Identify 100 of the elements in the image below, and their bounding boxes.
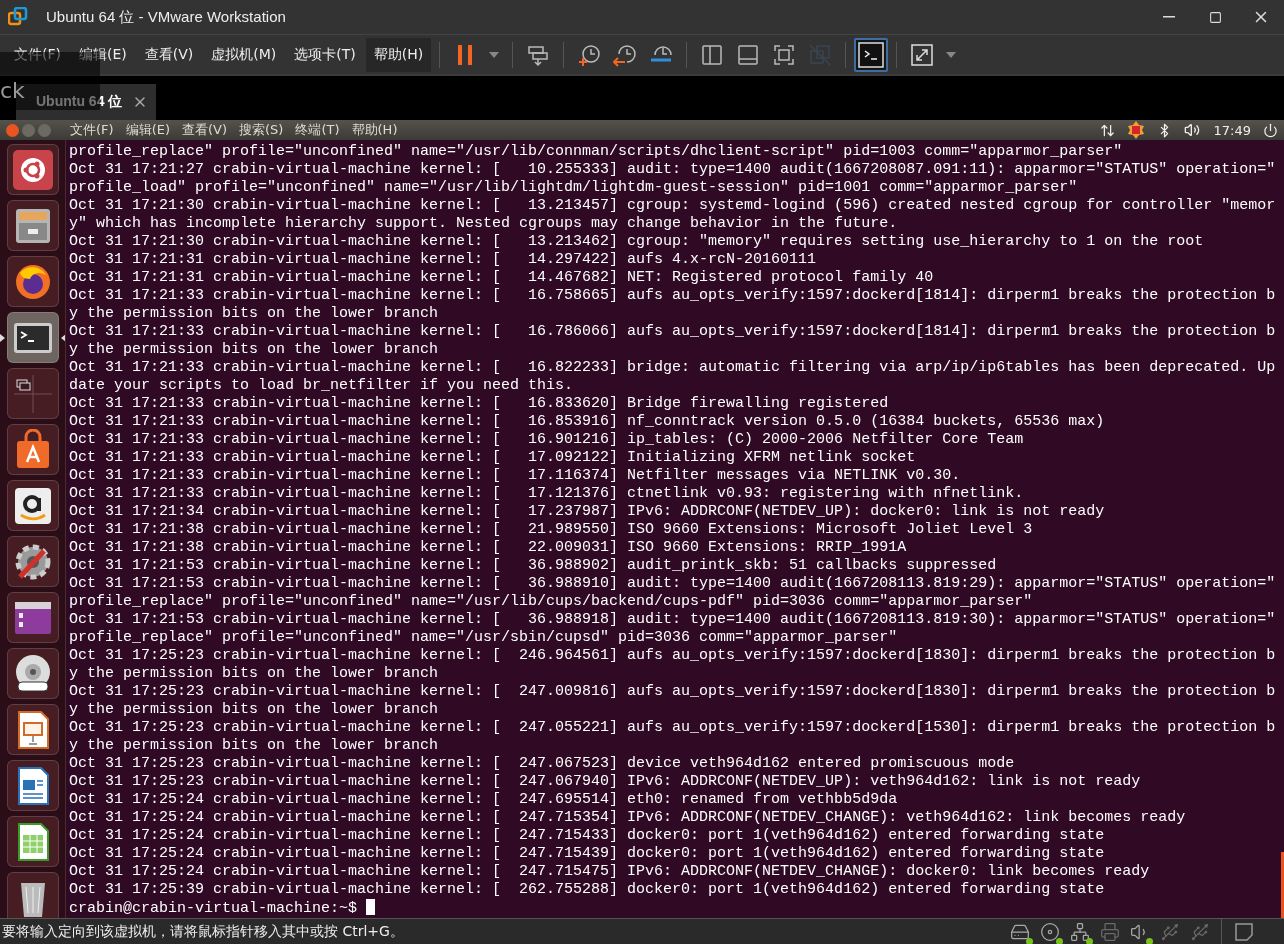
launcher-item[interactable] (6, 200, 59, 251)
terminal-line: profile_replace" profile="unconfined" name="/usr/lib/connman/scripts/dhclient-script" pid=1003 comm="apparmor_parser" (69, 143, 1124, 161)
bottom-panel-icon (736, 42, 761, 67)
terminal-line: Oct 31 17:21:31 crabin-virtual-machine kernel: [ 14.467682] NET: Registered protocol family 40 (69, 269, 935, 287)
clock[interactable]: 17:49 (1213, 122, 1251, 138)
terminal-line: Oct 31 17:25:24 crabin-virtual-machine kernel: [ 247.695514] eth0: renamed from vethbb5d9da (69, 791, 899, 809)
terminal-line: Oct 31 17:25:39 crabin-virtual-machine kernel: [ 262.755288] docker0: port 1(veth964d162) entered forwarding state (69, 881, 1106, 899)
terminal-line: y the permission bits on the lower branch (69, 341, 440, 359)
launcher-item[interactable] (6, 592, 59, 643)
window-title: Ubuntu 64 位 - VMware Workstation (46, 7, 287, 27)
terminal-line: Oct 31 17:25:24 crabin-virtual-machine kernel: [ 247.715433] docker0: port 1(veth964d162) entered forwarding state (69, 827, 1106, 845)
disc-icon[interactable] (1040, 921, 1060, 942)
unity-icon (808, 42, 833, 67)
terminal-line: Oct 31 17:21:33 crabin-virtual-machine kernel: [ 16.901216] ip_tables: (C) 2000-2006 Netfilter Core Team (69, 431, 1025, 449)
terminal-line: Oct 31 17:25:23 crabin-virtual-machine kernel: [ 247.009816] aufs au_opts_verify:1597:dockerd[1830]: dirperm1 breaks the protection b (69, 683, 1277, 701)
maximize-dot[interactable] (38, 123, 51, 137)
menu-item[interactable]: 选项卡(T) (286, 37, 364, 72)
activity-dot (1146, 937, 1153, 944)
terminal-line: Oct 31 17:25:23 crabin-virtual-machine kernel: [ 246.964561] aufs au_opts_verify:1597:dockerd[1830]: dirperm1 breaks the protection b (69, 647, 1277, 665)
menu-item[interactable]: 查看(V) (182, 121, 228, 139)
terminal-line: y the permission bits on the lower branch (69, 737, 440, 755)
console-icon (858, 41, 885, 68)
launcher-item[interactable] (6, 536, 59, 587)
printer-icon[interactable] (1100, 921, 1120, 942)
menu-item[interactable]: 文件(F) (70, 121, 114, 139)
terminal-line: Oct 31 17:21:38 crabin-virtual-machine kernel: [ 22.009031] ISO 9660 Extensions: RRIP_1991A (69, 539, 908, 557)
power-icon[interactable] (1263, 122, 1278, 138)
terminal-line: Oct 31 17:21:30 crabin-virtual-machine kernel: [ 13.213462] cgroup: "memory" requires setting use_hierarchy to 1 on the root (69, 233, 1205, 251)
terminal-line: y the permission bits on the lower branch (69, 701, 440, 719)
terminal-line: profile_load" profile="unconfined" name="/usr/lib/lightdm/lightdm-guest-session" pid=1001 comm="apparmor_parser" (69, 179, 1079, 197)
terminal-line: Oct 31 17:21:33 crabin-virtual-machine kernel: [ 17.121376] ctnetlink v0.93: registering with nfnetlink. (69, 485, 1025, 503)
activity-dot (1086, 937, 1093, 944)
terminal-line: profile_replace" profile="unconfined" name="/usr/sbin/cupsd" pid=3036 comm="apparmor_parser" (69, 629, 899, 647)
text-cursor (366, 899, 376, 915)
menu-item[interactable]: 帮助(H) (365, 37, 432, 72)
terminal-line: Oct 31 17:21:33 crabin-virtual-machine kernel: [ 16.833620] Bridge firewalling registered (69, 395, 890, 413)
launcher-item[interactable] (6, 816, 59, 867)
split-panel-icon (700, 42, 725, 67)
close-dot[interactable] (6, 123, 19, 137)
terminal-line: Oct 31 17:25:23 crabin-virtual-machine kernel: [ 247.067940] IPv6: ADDRCONF(NETDEV_UP): veth964d162: link is not ready (69, 773, 1142, 791)
stretch-icon (910, 42, 935, 67)
terminal-line: Oct 31 17:21:33 crabin-virtual-machine kernel: [ 16.758665] aufs au_opts_verify:1597:dockerd[1814]: dirperm1 breaks the protection b (69, 287, 1277, 305)
network-icon[interactable] (1070, 921, 1090, 942)
terminal-line: Oct 31 17:21:53 crabin-virtual-machine kernel: [ 36.988902] audit_printk_skb: 51 callbacks suppressed (69, 557, 998, 575)
menu-item[interactable]: 搜索(S) (239, 121, 284, 139)
pointer-arrow-icon (60, 334, 65, 342)
terminal-line: profile_replace" profile="unconfined" name="/usr/lib/cups/backend/cups-pdf" pid=3036 comm="apparmor_parser" (69, 593, 1034, 611)
volume-icon[interactable] (1183, 122, 1200, 138)
toolbar-button[interactable] (854, 37, 889, 72)
terminal-line: Oct 31 17:25:24 crabin-virtual-machine kernel: [ 247.715354] IPv6: ADDRCONF(NETDEV_CHANGE): veth964d162: link becomes ready (69, 809, 1187, 827)
usb-icon[interactable] (1190, 921, 1210, 942)
clock-arrow-icon (613, 42, 638, 67)
caret-icon (488, 50, 501, 59)
caret-icon (945, 50, 958, 59)
terminal-line: Oct 31 17:25:24 crabin-virtual-machine kernel: [ 247.715475] IPv6: ADDRCONF(NETDEV_CHANGE): docker0: link becomes ready (69, 863, 1151, 881)
input-method-icon[interactable] (1126, 121, 1145, 139)
minimize-icon (1163, 16, 1175, 18)
terminal-line: Oct 31 17:21:33 crabin-virtual-machine kernel: [ 16.853916] nf_conntrack version 0.5.0 (16384 buckets, 65536 max) (69, 413, 1106, 431)
terminal-line: Oct 31 17:21:38 crabin-virtual-machine kernel: [ 21.989550] ISO 9660 Extensions: Microsoft Joliet Level 3 (69, 521, 1034, 539)
launcher-item[interactable] (6, 704, 59, 755)
vmware-logo-icon (8, 7, 28, 27)
minimize-dot[interactable] (22, 123, 35, 137)
launcher-item[interactable] (6, 144, 59, 195)
terminal-line: Oct 31 17:21:33 crabin-virtual-machine kernel: [ 16.822233] bridge: automatic filtering via arp/ip/ip6tables has been deprecated. Up (69, 359, 1277, 377)
menu-item[interactable]: 查看(V) (136, 37, 202, 72)
activity-dot (1026, 937, 1033, 944)
terminal-line: Oct 31 17:25:23 crabin-virtual-machine kernel: [ 247.055221] aufs au_opts_verify:1597:dockerd[1530]: dirperm1 breaks the protection b (69, 719, 1277, 737)
maximize-icon (1208, 10, 1222, 24)
launcher-item[interactable] (6, 760, 59, 811)
menu-item[interactable]: 终端(T) (295, 121, 340, 139)
note-icon[interactable] (1234, 921, 1254, 942)
terminal-line: y the permission bits on the lower branch (69, 305, 440, 323)
terminal-line: Oct 31 17:25:24 crabin-virtual-machine kernel: [ 247.715439] docker0: port 1(veth964d162) entered forwarding state (69, 845, 1106, 863)
terminal-line: date your scripts to load br_netfilter if you need this. (69, 377, 575, 395)
terminal-line: Oct 31 17:21:31 crabin-virtual-machine kernel: [ 14.297422] aufs 4.x-rcN-20160111 (69, 251, 818, 269)
terminal-line: Oct 31 17:21:53 crabin-virtual-machine kernel: [ 36.988918] audit: type=1400 audit(1667208113.819:30): apparmor="STATUS" operation=" (69, 611, 1277, 629)
terminal-line: y the permission bits on the lower branch (69, 665, 440, 683)
usb-icon[interactable] (1160, 921, 1180, 942)
terminal-line: Oct 31 17:21:33 crabin-virtual-machine kernel: [ 17.116374] Netfilter messages via NETLINK v0.30. (69, 467, 962, 485)
network-arrows-icon[interactable] (1099, 122, 1115, 138)
activity-dot (1056, 937, 1063, 944)
launcher-item[interactable] (6, 256, 59, 307)
terminal-line: Oct 31 17:21:30 crabin-virtual-machine kernel: [ 13.213457] cgroup: systemd-logind (596) created nested cgroup for controller "memor (69, 197, 1277, 215)
pause-icon (456, 43, 475, 66)
workspaces-icon (11, 372, 54, 415)
menu-item[interactable]: 虚拟机(M) (203, 37, 285, 72)
launcher-item[interactable] (6, 480, 59, 531)
menu-item[interactable]: 编辑(E) (71, 37, 135, 72)
menu-item[interactable]: 文件(F) (6, 37, 69, 72)
shell-prompt: crabin@crabin-virtual-machine:~$ (69, 900, 358, 917)
ubuntu-logo-icon (11, 148, 54, 191)
terminal-line: Oct 31 17:21:27 crabin-virtual-machine kernel: [ 10.255333] audit: type=1400 audit(1667208087.091:11): apparmor="STATUS" operation=" (69, 161, 1277, 179)
terminal-line: y" which has incomplete hierarchy support. Nested cgroups may change behavior in the future. (69, 215, 899, 233)
menu-item[interactable]: 编辑(E) (125, 121, 170, 139)
menu-item[interactable]: 帮助(H) (351, 121, 398, 139)
terminal-line: Oct 31 17:21:34 crabin-virtual-machine kernel: [ 17.237987] IPv6: ADDRCONF(NETDEV_UP): docker0: link is not ready (69, 503, 1106, 521)
terminal-line: Oct 31 17:25:23 crabin-virtual-machine kernel: [ 247.067523] device veth964d162 entered promiscuous mode (69, 755, 1016, 773)
launcher-item[interactable] (6, 648, 59, 699)
launcher-item[interactable] (6, 424, 59, 475)
terminal-line: Oct 31 17:21:33 crabin-virtual-machine kernel: [ 17.092122] Initializing XFRM netlink socket (69, 449, 917, 467)
